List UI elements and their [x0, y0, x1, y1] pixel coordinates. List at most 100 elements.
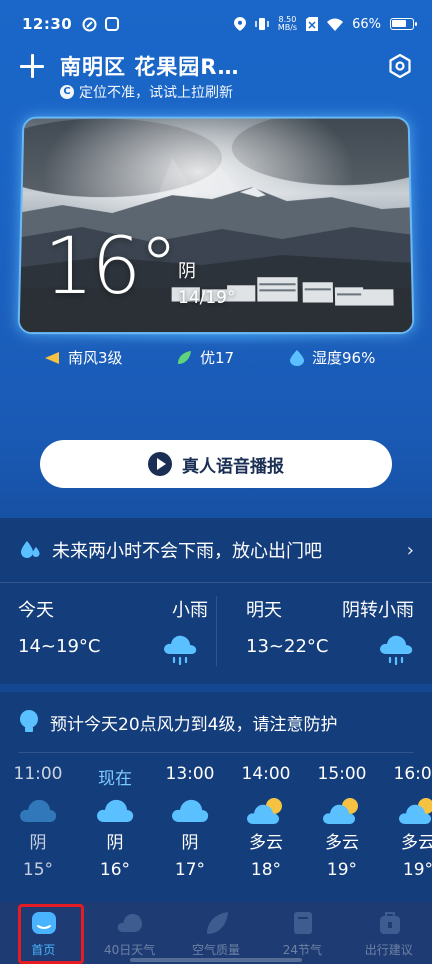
nav-label: 40日天气 [103, 943, 156, 957]
hour-time: 16:00 [393, 764, 432, 784]
rain-forecast-row[interactable]: 未来两小时不会下雨，放心出门吧 › [0, 518, 432, 582]
hour-time: 14:00 [241, 764, 291, 784]
bag-icon [379, 912, 400, 934]
wifi-icon [327, 18, 344, 31]
hour-temp: 19° [402, 860, 432, 880]
location-pin-icon [233, 17, 246, 31]
day-forecast-tomorrow[interactable]: 明天 阴转小雨 13~22°C [246, 596, 414, 676]
partly-cloudy-icon [399, 798, 432, 824]
refresh-hint-icon: C [60, 85, 74, 99]
hour-item[interactable]: 13:00 阴 17° [153, 764, 227, 880]
nav-40day[interactable]: 40日天气 [86, 902, 172, 964]
wind-flag-icon [45, 351, 59, 364]
nav-label: 出行建议 [364, 943, 413, 957]
aqi-stat[interactable]: 优17 [176, 347, 234, 368]
vibrate-icon [255, 18, 269, 30]
header: 南明区 花果园R… C 定位不准，试试上拉刷新 [0, 48, 432, 108]
divider [18, 752, 414, 753]
wind-notice-row[interactable]: 预计今天20点风力到4级，请注意防护 [0, 692, 432, 752]
hour-time: 15:00 [317, 764, 367, 784]
hour-condition: 阴 [181, 833, 199, 853]
cloud-icon [20, 799, 57, 822]
wind-notice-text: 预计今天20点风力到4级，请注意防护 [50, 714, 338, 735]
day-forecast-today[interactable]: 今天 小雨 14~19°C [18, 596, 208, 676]
humidity-stat[interactable]: 湿度96% [290, 347, 375, 368]
wind-text: 南风3级 [68, 349, 123, 367]
hour-temp: 17° [174, 860, 206, 880]
app-notification-icon [82, 17, 97, 31]
hour-item[interactable]: 16:00 多云 19° [381, 764, 432, 880]
wind-stat[interactable]: 南风3级 [44, 347, 123, 368]
partly-cloudy-icon [323, 798, 358, 824]
hour-time: 13:00 [165, 764, 215, 784]
current-condition: 阴 [178, 261, 196, 282]
message-icon [105, 17, 120, 31]
day-temp-range: 13~22°C [246, 636, 329, 657]
divider [216, 596, 217, 666]
home-indicator[interactable] [130, 958, 302, 962]
netspeed-unit: MB/s [277, 23, 298, 32]
hour-item[interactable]: 11:00 阴 15° [1, 764, 75, 880]
settings-gear-icon[interactable] [388, 54, 412, 78]
hour-temp: 18° [250, 860, 282, 880]
hour-condition: 多云 [325, 833, 359, 853]
raindrops-icon [21, 541, 40, 558]
hour-item[interactable]: 15:00 多云 19° [305, 764, 379, 880]
hour-condition: 多云 [401, 833, 432, 853]
nav-label: 空气质量 [191, 943, 240, 957]
nav-travel-advice[interactable]: 出行建议 [346, 902, 432, 964]
hour-temp: 19° [326, 860, 358, 880]
status-bar: 12:30 8.50 MB/s 66% [0, 0, 432, 48]
divider [0, 582, 432, 583]
day-name: 今天 [18, 600, 54, 621]
status-time: 12:30 [22, 15, 73, 33]
day-condition: 阴转小雨 [342, 600, 414, 621]
location-hint: C 定位不准，试试上拉刷新 [60, 82, 233, 102]
rain-cloud-icon [380, 635, 413, 666]
weather-stats: 南风3级 优17 湿度96% [0, 347, 432, 373]
hour-time: 11:00 [13, 764, 63, 784]
book-icon [294, 912, 313, 934]
aqi-text: 优17 [200, 349, 235, 367]
forecast-panel: 未来两小时不会下雨，放心出门吧 › 今天 小雨 14~19°C 明天 阴转小雨 … [0, 518, 432, 684]
hour-time: 现在 [98, 769, 132, 789]
hour-temp: 16° [99, 860, 131, 880]
active-tab-highlight [18, 904, 84, 964]
current-temperature: 16° [44, 222, 178, 312]
nav-air-quality[interactable]: 空气质量 [173, 902, 259, 964]
water-drop-icon [290, 349, 304, 366]
humidity-text: 湿度96% [312, 349, 376, 367]
hour-condition: 多云 [249, 833, 283, 853]
battery-icon [390, 18, 417, 30]
hourly-forecast[interactable]: 11:00 阴 15° 现在 阴 16° 13:00 阴 17° 14:00 多… [0, 764, 432, 894]
day-name: 明天 [246, 600, 282, 621]
day-temp-range: 14~19°C [18, 636, 101, 657]
add-city-icon[interactable] [20, 54, 44, 78]
hour-item[interactable]: 14:00 多云 18° [229, 764, 303, 880]
hour-item[interactable]: 现在 阴 16° [78, 764, 152, 880]
cloud-icon [97, 799, 134, 822]
network-speed: 8.50 MB/s [278, 16, 297, 32]
hour-condition: 阴 [106, 833, 124, 853]
sim-icon [306, 17, 319, 31]
hour-condition: 阴 [29, 833, 47, 853]
partly-cloudy-icon [247, 798, 282, 824]
rain-cloud-icon [164, 635, 197, 666]
leaf-icon [206, 912, 228, 934]
play-icon [148, 452, 172, 476]
day-condition: 小雨 [172, 600, 208, 621]
lightbulb-icon [20, 710, 38, 732]
chevron-right-icon: › [406, 539, 414, 561]
hourly-panel: 预计今天20点风力到4级，请注意防护 11:00 阴 15° 现在 阴 16° … [0, 692, 432, 902]
location-title[interactable]: 南明区 花果园R… [60, 51, 239, 81]
hour-temp: 15° [22, 860, 54, 880]
cloud-icon [172, 799, 209, 822]
location-hint-text: 定位不准，试试上拉刷新 [79, 85, 233, 101]
voice-broadcast-label: 真人语音播报 [182, 456, 284, 477]
calendar-cloud-icon [118, 913, 143, 932]
nav-label: 24节气 [282, 943, 322, 957]
voice-broadcast-button[interactable]: 真人语音播报 [40, 440, 392, 488]
nav-solar-terms[interactable]: 24节气 [259, 902, 345, 964]
rain-forecast-text: 未来两小时不会下雨，放心出门吧 [52, 541, 322, 562]
battery-percent: 66% [352, 16, 381, 32]
